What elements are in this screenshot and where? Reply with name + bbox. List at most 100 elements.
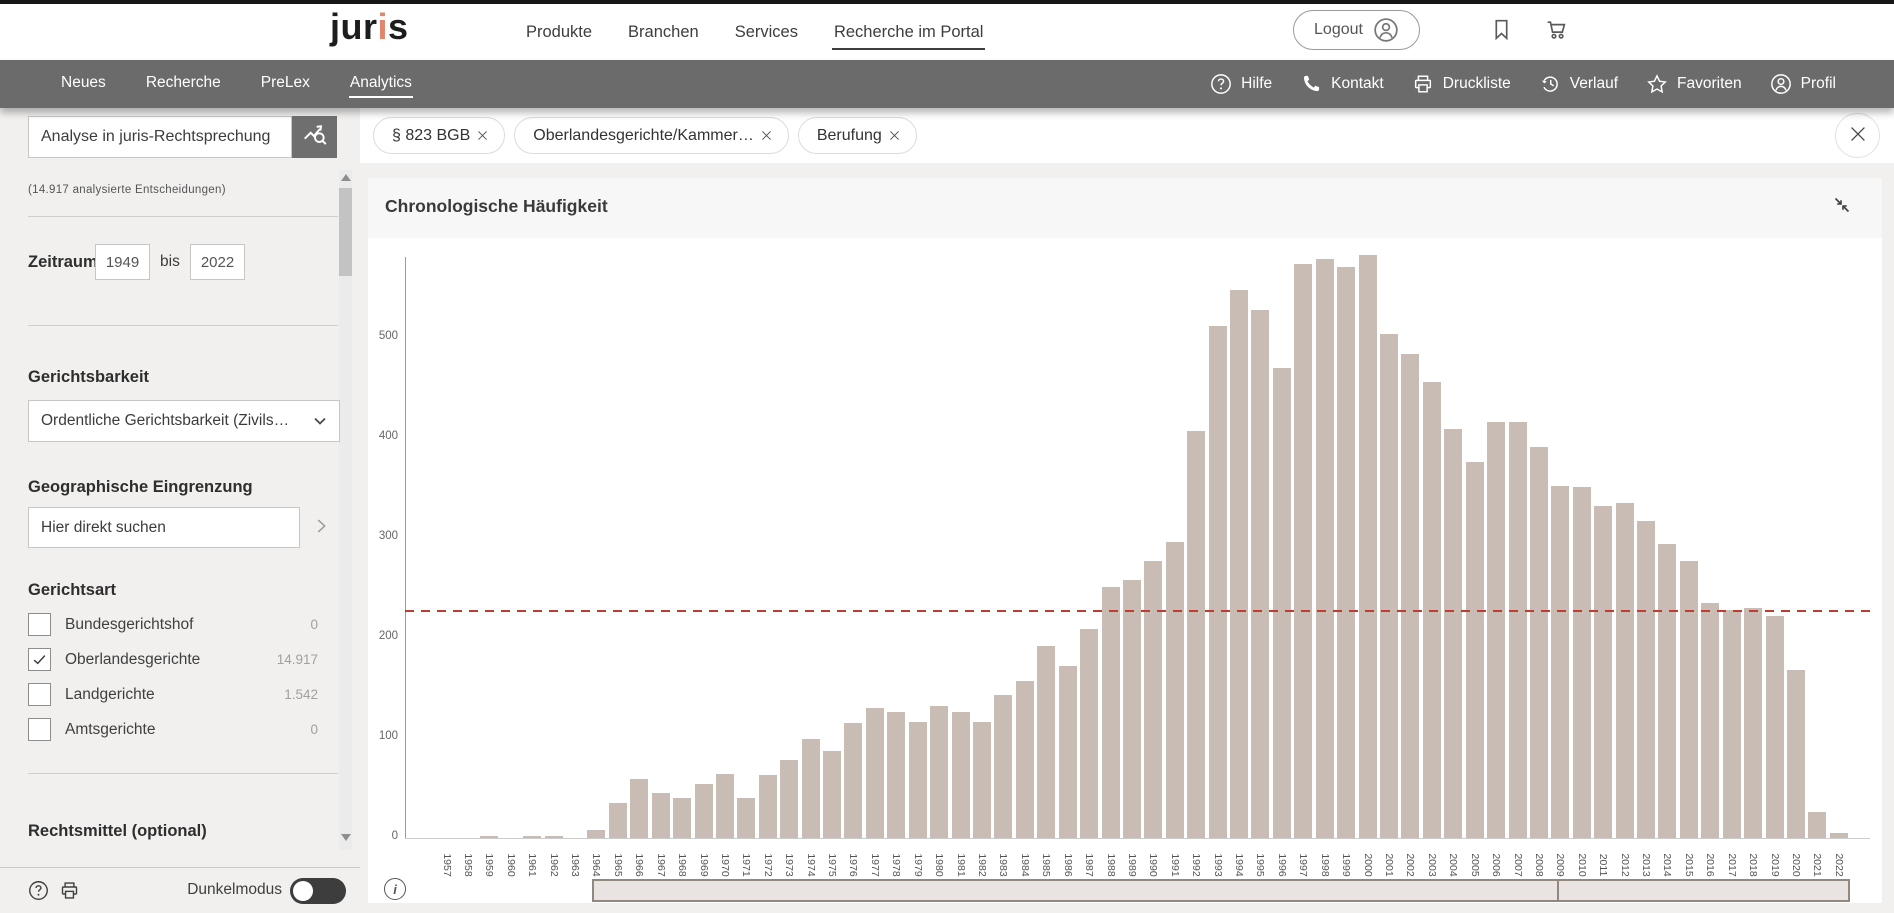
bar-1995[interactable] <box>1251 310 1269 838</box>
geo-search-input[interactable] <box>28 507 300 548</box>
bar-2001[interactable] <box>1380 334 1398 838</box>
bar-1988[interactable] <box>1102 587 1120 838</box>
bar-1964[interactable] <box>587 830 605 838</box>
analysis-search-button[interactable] <box>292 116 337 158</box>
sidebar-scrollbar-thumb[interactable] <box>339 188 352 276</box>
chart-range-selector[interactable] <box>592 879 1850 902</box>
bar-2020[interactable] <box>1787 670 1805 838</box>
bar-1971[interactable] <box>737 798 755 838</box>
bar-1962[interactable] <box>545 836 563 838</box>
bar-2011[interactable] <box>1594 506 1612 838</box>
bar-1987[interactable] <box>1080 629 1098 838</box>
nav-item-recherche[interactable]: Recherche <box>145 70 222 98</box>
bar-1977[interactable] <box>866 708 884 838</box>
bar-1997[interactable] <box>1294 264 1312 838</box>
bar-1994[interactable] <box>1230 290 1248 838</box>
chip-remove-icon[interactable] <box>475 128 490 143</box>
bar-1982[interactable] <box>973 722 991 838</box>
bar-1974[interactable] <box>802 739 820 838</box>
zeitraum-from-input[interactable] <box>95 244 150 280</box>
bar-1966[interactable] <box>630 779 648 838</box>
cart-icon[interactable] <box>1544 17 1569 42</box>
gerichtsbarkeit-dropdown[interactable]: Ordentliche Gerichtsbarkeit (Zivils… <box>28 400 340 442</box>
bar-2014[interactable] <box>1658 544 1676 838</box>
bar-2021[interactable] <box>1808 812 1826 838</box>
checkbox-landgerichte[interactable] <box>28 683 51 706</box>
bar-2007[interactable] <box>1509 422 1527 838</box>
chip-remove-icon[interactable] <box>759 128 774 143</box>
bar-1991[interactable] <box>1166 542 1184 838</box>
nav-item-hilfe[interactable]: Hilfe <box>1210 73 1272 95</box>
help-icon[interactable] <box>28 880 49 901</box>
bar-1996[interactable] <box>1273 368 1291 838</box>
checkbox-amtsgerichte[interactable] <box>28 718 51 741</box>
info-icon[interactable]: i <box>384 878 406 900</box>
bookmark-icon[interactable] <box>1489 17 1514 42</box>
filter-chip-oberlandesgerichte-kammer[interactable]: Oberlandesgerichte/Kammer… <box>514 117 789 154</box>
nav-item-profil[interactable]: Profil <box>1770 73 1836 95</box>
header-nav-branchen[interactable]: Branchen <box>626 15 701 50</box>
bar-1967[interactable] <box>652 793 670 838</box>
nav-item-druckliste[interactable]: Druckliste <box>1412 73 1511 95</box>
bar-2022[interactable] <box>1830 833 1848 838</box>
checkbox-bundesgerichtshof[interactable] <box>28 613 51 636</box>
bar-1972[interactable] <box>759 775 777 838</box>
bar-1970[interactable] <box>716 774 734 838</box>
bar-1959[interactable] <box>480 836 498 838</box>
checkbox-oberlandesgerichte[interactable] <box>28 648 51 671</box>
bar-2002[interactable] <box>1401 354 1419 838</box>
bar-1998[interactable] <box>1316 259 1334 838</box>
bar-2016[interactable] <box>1701 603 1719 838</box>
bar-2008[interactable] <box>1530 447 1548 838</box>
zeitraum-to-input[interactable] <box>190 244 245 280</box>
range-selector-handle[interactable] <box>1557 881 1559 900</box>
chip-remove-icon[interactable] <box>887 128 902 143</box>
nav-item-prelex[interactable]: PreLex <box>260 70 311 98</box>
bar-2017[interactable] <box>1723 610 1741 838</box>
bar-2018[interactable] <box>1744 608 1762 838</box>
header-nav-produkte[interactable]: Produkte <box>524 15 594 50</box>
filter-chip-berufung[interactable]: Berufung <box>798 117 917 154</box>
nav-item-favoriten[interactable]: Favoriten <box>1646 73 1742 95</box>
bar-1965[interactable] <box>609 803 627 838</box>
nav-item-analytics[interactable]: Analytics <box>349 70 413 98</box>
header-nav-services[interactable]: Services <box>733 15 800 50</box>
analysis-search-input[interactable] <box>28 116 292 158</box>
bar-2006[interactable] <box>1487 422 1505 838</box>
geo-search-submit-button[interactable] <box>302 507 340 548</box>
bar-1992[interactable] <box>1187 431 1205 838</box>
bar-2009[interactable] <box>1551 486 1569 838</box>
bar-1978[interactable] <box>887 712 905 838</box>
bar-1984[interactable] <box>1016 681 1034 838</box>
bar-1968[interactable] <box>673 798 691 838</box>
bar-1975[interactable] <box>823 751 841 838</box>
bar-1986[interactable] <box>1059 666 1077 838</box>
bar-1973[interactable] <box>780 760 798 838</box>
bar-1999[interactable] <box>1337 267 1355 838</box>
bar-2005[interactable] <box>1466 462 1484 838</box>
darkmode-toggle[interactable] <box>290 878 346 904</box>
bar-1983[interactable] <box>994 695 1012 838</box>
bar-2015[interactable] <box>1680 561 1698 838</box>
scrollbar-up-arrow[interactable] <box>341 174 351 181</box>
bar-1961[interactable] <box>523 836 541 838</box>
logout-button[interactable]: Logout <box>1293 10 1420 50</box>
printer-icon[interactable] <box>59 880 80 901</box>
header-nav-recherche-im-portal[interactable]: Recherche im Portal <box>832 15 985 50</box>
scrollbar-down-arrow[interactable] <box>341 834 351 841</box>
bar-2012[interactable] <box>1616 503 1634 838</box>
nav-item-neues[interactable]: Neues <box>60 70 107 98</box>
bar-2019[interactable] <box>1766 616 1784 838</box>
bar-1989[interactable] <box>1123 580 1141 838</box>
bar-1976[interactable] <box>844 723 862 838</box>
bar-1985[interactable] <box>1037 646 1055 838</box>
bar-1969[interactable] <box>695 784 713 838</box>
close-analysis-button[interactable] <box>1835 113 1880 158</box>
juris-logo[interactable]: juris <box>330 6 409 48</box>
bar-1980[interactable] <box>930 706 948 838</box>
bar-2010[interactable] <box>1573 487 1591 838</box>
bar-1990[interactable] <box>1144 561 1162 838</box>
bar-2000[interactable] <box>1359 255 1377 838</box>
nav-item-verlauf[interactable]: Verlauf <box>1539 73 1618 95</box>
bar-1981[interactable] <box>952 712 970 838</box>
